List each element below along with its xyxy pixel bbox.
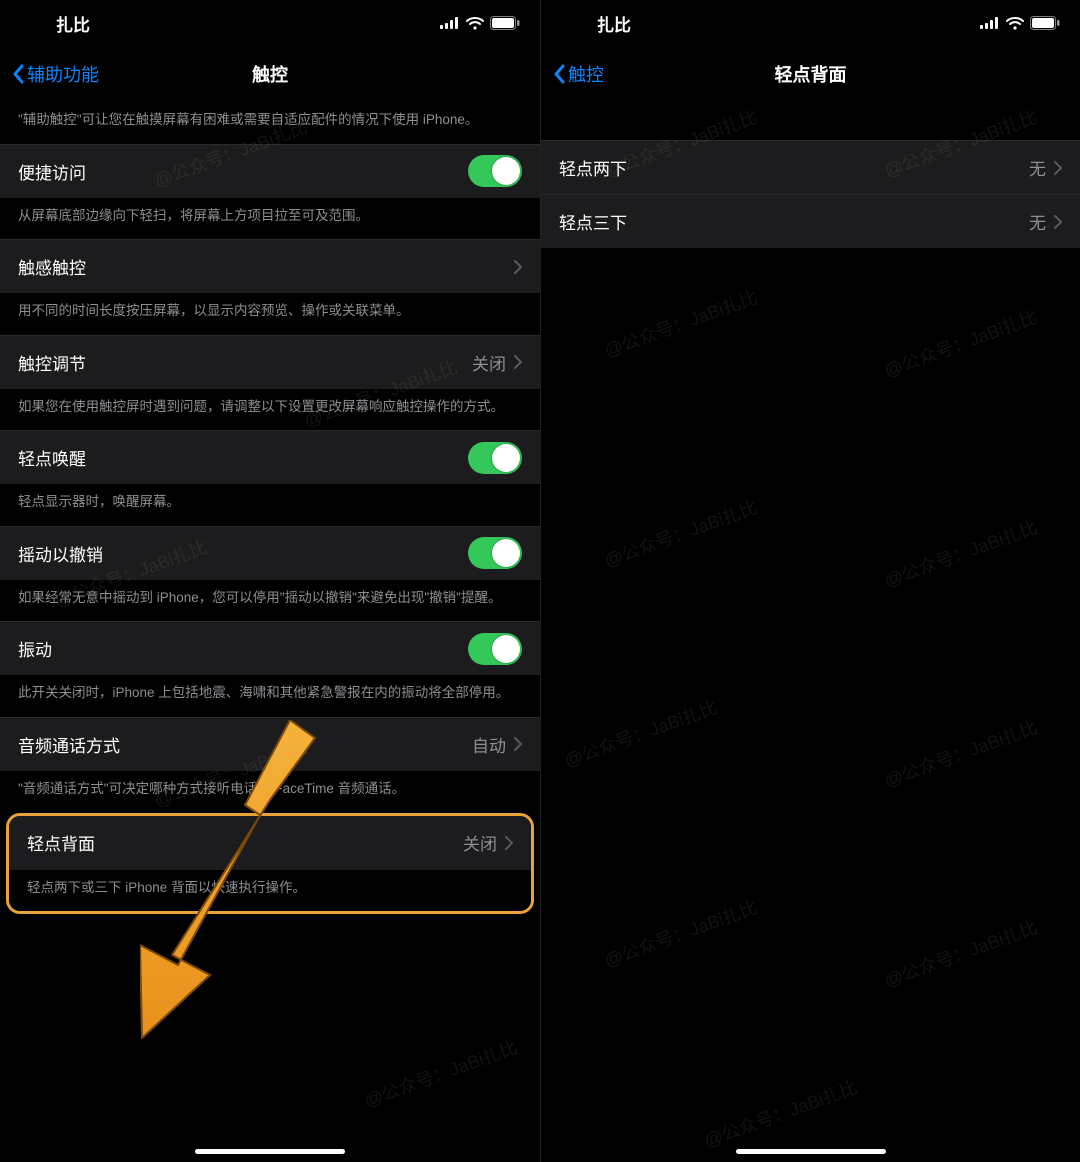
back-tap-footer: 轻点两下或三下 iPhone 背面以快速执行操作。 bbox=[9, 870, 531, 912]
reachability-cell[interactable]: 便捷访问 bbox=[0, 144, 540, 198]
chevron-left-icon bbox=[12, 64, 24, 84]
status-bar: 扎比 bbox=[0, 0, 540, 46]
nav-title: 轻点背面 bbox=[541, 61, 1080, 87]
tap-to-wake-footer: 轻点显示器时，唤醒屏幕。 bbox=[0, 484, 540, 526]
phone-right: 扎比 触控 轻点背面 轻点两下 无 bbox=[540, 0, 1080, 1162]
settings-content: "辅助触控"可让您在触摸屏幕有困难或需要自适应配件的情况下使用 iPhone。 … bbox=[0, 102, 540, 914]
wifi-icon bbox=[1006, 17, 1024, 30]
chevron-left-icon bbox=[553, 64, 565, 84]
call-audio-cell[interactable]: 音频通话方式 自动 bbox=[0, 717, 540, 771]
double-tap-cell[interactable]: 轻点两下 无 bbox=[541, 140, 1080, 194]
home-indicator[interactable] bbox=[736, 1149, 886, 1154]
cell-label: 轻点三下 bbox=[559, 209, 1029, 234]
vibration-cell[interactable]: 振动 bbox=[0, 621, 540, 675]
battery-icon bbox=[1030, 16, 1060, 30]
highlighted-back-tap-section: 轻点背面 关闭 轻点两下或三下 iPhone 背面以快速执行操作。 bbox=[6, 813, 534, 915]
signal-icon bbox=[440, 17, 460, 29]
accommodations-footer: 如果您在使用触控屏时遇到问题，请调整以下设置更改屏幕响应触控操作的方式。 bbox=[0, 389, 540, 431]
shake-footer: 如果经常无意中摇动到 iPhone，您可以停用"摇动以撤销"来避免出现"撤销"提… bbox=[0, 580, 540, 622]
battery-icon bbox=[490, 16, 520, 30]
cell-label: 轻点两下 bbox=[559, 155, 1029, 180]
touch-accommodations-cell[interactable]: 触控调节 关闭 bbox=[0, 335, 540, 389]
chevron-right-icon bbox=[505, 836, 513, 850]
wifi-icon bbox=[466, 17, 484, 30]
cell-label: 轻点唤醒 bbox=[18, 445, 468, 470]
nav-back-label: 触控 bbox=[568, 61, 604, 87]
settings-content: 轻点两下 无 轻点三下 无 bbox=[541, 102, 1080, 248]
back-tap-cell[interactable]: 轻点背面 关闭 bbox=[9, 816, 531, 870]
nav-bar: 触控 轻点背面 bbox=[541, 46, 1080, 102]
chevron-right-icon bbox=[1054, 161, 1062, 175]
reachability-footer: 从屏幕底部边缘向下轻扫，将屏幕上方项目拉至可及范围。 bbox=[0, 198, 540, 240]
carrier-label: 扎比 bbox=[597, 11, 631, 36]
call-audio-footer: "音频通话方式"可决定哪种方式接听电话或 FaceTime 音频通话。 bbox=[0, 771, 540, 813]
cell-label: 触控调节 bbox=[18, 350, 472, 375]
vibration-footer: 此开关关闭时，iPhone 上包括地震、海啸和其他紧急警报在内的振动将全部停用。 bbox=[0, 675, 540, 717]
cell-label: 振动 bbox=[18, 636, 468, 661]
signal-icon bbox=[980, 17, 1000, 29]
cell-label: 触感触控 bbox=[18, 254, 514, 279]
cell-label: 便捷访问 bbox=[18, 159, 468, 184]
toggle-on-icon[interactable] bbox=[468, 442, 522, 474]
assistive-touch-footer: "辅助触控"可让您在触摸屏幕有困难或需要自适应配件的情况下使用 iPhone。 bbox=[0, 102, 540, 144]
haptic-footer: 用不同的时间长度按压屏幕，以显示内容预览、操作或关联菜单。 bbox=[0, 293, 540, 335]
triple-tap-cell[interactable]: 轻点三下 无 bbox=[541, 194, 1080, 248]
cell-value: 关闭 bbox=[463, 830, 497, 855]
cell-value: 关闭 bbox=[472, 350, 506, 375]
status-bar: 扎比 bbox=[541, 0, 1080, 46]
cell-label: 轻点背面 bbox=[27, 830, 463, 855]
shake-to-undo-cell[interactable]: 摇动以撤销 bbox=[0, 526, 540, 580]
cell-value: 无 bbox=[1029, 155, 1046, 180]
chevron-right-icon bbox=[514, 737, 522, 751]
toggle-on-icon[interactable] bbox=[468, 633, 522, 665]
cell-value: 自动 bbox=[472, 732, 506, 757]
nav-back-button[interactable]: 触控 bbox=[549, 57, 608, 91]
toggle-on-icon[interactable] bbox=[468, 537, 522, 569]
cell-label: 音频通话方式 bbox=[18, 732, 472, 757]
chevron-right-icon bbox=[1054, 215, 1062, 229]
cell-label: 摇动以撤销 bbox=[18, 541, 468, 566]
haptic-touch-cell[interactable]: 触感触控 bbox=[0, 239, 540, 293]
cell-value: 无 bbox=[1029, 209, 1046, 234]
carrier-label: 扎比 bbox=[56, 11, 90, 36]
toggle-on-icon[interactable] bbox=[468, 155, 522, 187]
nav-bar: 辅助功能 触控 bbox=[0, 46, 540, 102]
nav-back-button[interactable]: 辅助功能 bbox=[8, 57, 103, 91]
chevron-right-icon bbox=[514, 260, 522, 274]
nav-back-label: 辅助功能 bbox=[27, 61, 99, 87]
home-indicator[interactable] bbox=[195, 1149, 345, 1154]
phone-left: 扎比 辅助功能 触控 "辅助触控"可让您在触摸屏幕有困难或需要自适应配件的情况下… bbox=[0, 0, 540, 1162]
tap-to-wake-cell[interactable]: 轻点唤醒 bbox=[0, 430, 540, 484]
chevron-right-icon bbox=[514, 355, 522, 369]
